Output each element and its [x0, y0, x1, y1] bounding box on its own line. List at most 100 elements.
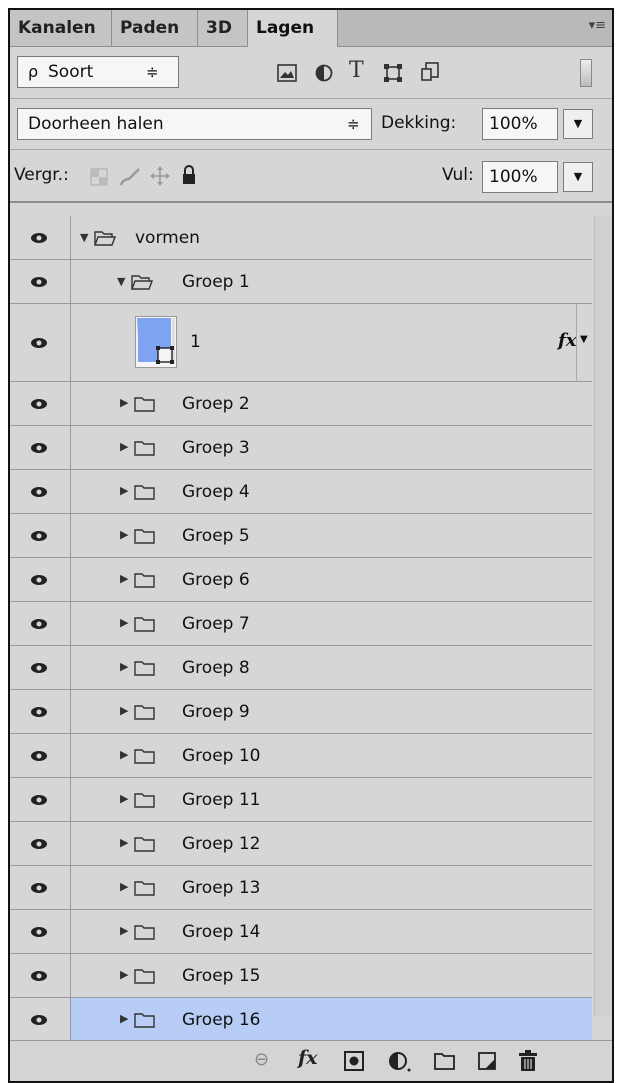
fill-dropdown-button[interactable]: ▼	[563, 162, 593, 192]
layer-name: Groep 11	[182, 790, 261, 810]
layer-row[interactable]: ▼ Groep 1	[10, 260, 592, 304]
layer-name: Groep 16	[182, 1010, 261, 1030]
expand-right-icon[interactable]: ▶	[120, 660, 128, 673]
lock-paint-icon[interactable]	[119, 167, 141, 187]
expand-right-icon[interactable]: ▶	[120, 968, 128, 981]
visibility-toggle[interactable]	[10, 998, 71, 1041]
eye-icon	[31, 531, 47, 541]
layer-row[interactable]: ▶ Groep 5	[10, 514, 592, 558]
lock-all-icon[interactable]	[181, 165, 197, 185]
visibility-toggle[interactable]	[10, 260, 71, 303]
expand-right-icon[interactable]: ▶	[120, 1012, 128, 1025]
layer-row[interactable]: ▶ Groep 8	[10, 646, 592, 690]
layer-row[interactable]: ▶ Groep 9	[10, 690, 592, 734]
link-layers-icon[interactable]: ⊖	[254, 1049, 269, 1070]
panel-menu-icon[interactable]: ▾≡	[589, 18, 606, 33]
visibility-toggle[interactable]	[10, 822, 71, 865]
adjustment-filter-icon[interactable]	[315, 64, 333, 82]
fill-input[interactable]: 100%	[482, 161, 558, 193]
kind-filter-select[interactable]: ρ Soort ≑	[17, 56, 179, 88]
expand-right-icon[interactable]: ▶	[120, 792, 128, 805]
visibility-toggle[interactable]	[10, 426, 71, 469]
expand-right-icon[interactable]: ▶	[120, 572, 128, 585]
visibility-toggle[interactable]	[10, 558, 71, 601]
layer-row[interactable]: ▶ Groep 4	[10, 470, 592, 514]
expand-right-icon[interactable]: ▶	[120, 484, 128, 497]
tab-paden[interactable]: Paden	[112, 10, 198, 46]
trash-icon[interactable]	[518, 1050, 538, 1072]
adjustment-layer-icon[interactable]	[388, 1051, 412, 1073]
effects-expand-button[interactable]: ▼	[576, 304, 593, 382]
layer-row[interactable]: ▶ Groep 10	[10, 734, 592, 778]
expand-right-icon[interactable]: ▶	[120, 440, 128, 453]
scrollbar[interactable]	[594, 216, 612, 1016]
image-filter-icon[interactable]	[277, 64, 297, 82]
eye-icon	[31, 927, 47, 937]
expand-down-icon[interactable]: ▼	[117, 275, 125, 288]
visibility-toggle[interactable]	[10, 866, 71, 909]
visibility-toggle[interactable]	[10, 382, 71, 425]
layer-name: Groep 4	[182, 482, 250, 502]
layers-panel: Kanalen Paden 3D Lagen ▾≡ ρ Soort ≑ T Do…	[8, 8, 614, 1083]
opacity-dropdown-button[interactable]: ▼	[563, 109, 593, 139]
visibility-toggle[interactable]	[10, 778, 71, 821]
eye-icon	[31, 619, 47, 629]
smart-object-filter-icon[interactable]	[420, 62, 440, 82]
chevron-down-icon: ▼	[573, 117, 583, 130]
lock-position-icon[interactable]	[150, 166, 170, 186]
new-group-icon[interactable]	[434, 1052, 456, 1070]
layer-row[interactable]: ▶ Groep 11	[10, 778, 592, 822]
layer-mask-icon[interactable]	[344, 1051, 364, 1071]
expand-right-icon[interactable]: ▶	[120, 836, 128, 849]
type-filter-icon[interactable]: T	[349, 58, 364, 83]
filter-toggle-switch[interactable]	[580, 59, 592, 87]
folder-icon	[134, 837, 155, 852]
visibility-toggle[interactable]	[10, 910, 71, 953]
blend-mode-select[interactable]: Doorheen halen ≑	[17, 108, 372, 140]
folder-icon	[134, 749, 155, 764]
new-layer-icon[interactable]	[477, 1051, 497, 1071]
layer-row[interactable]: ▶ Groep 13	[10, 866, 592, 910]
expand-right-icon[interactable]: ▶	[120, 704, 128, 717]
folder-icon	[134, 969, 155, 984]
layer-row[interactable]: ▶ Groep 15	[10, 954, 592, 998]
tab-kanalen[interactable]: Kanalen	[10, 10, 112, 46]
tab-3d[interactable]: 3D	[198, 10, 248, 46]
layer-row[interactable]: ▶ Groep 7	[10, 602, 592, 646]
lock-transparency-icon[interactable]	[90, 168, 108, 186]
visibility-toggle[interactable]	[10, 602, 71, 645]
expand-right-icon[interactable]: ▶	[120, 396, 128, 409]
layer-row[interactable]: ▼ vormen	[10, 216, 592, 260]
expand-down-icon[interactable]: ▼	[80, 231, 88, 244]
visibility-toggle[interactable]	[10, 470, 71, 513]
layer-row[interactable]: ▶ Groep 12	[10, 822, 592, 866]
shape-layer-thumbnail[interactable]	[135, 316, 177, 368]
layer-row[interactable]: ▶ Groep 2	[10, 382, 592, 426]
expand-right-icon[interactable]: ▶	[120, 924, 128, 937]
visibility-toggle[interactable]	[10, 690, 71, 733]
fx-icon[interactable]: fx	[558, 330, 576, 351]
layer-row[interactable]: ▶ Groep 6	[10, 558, 592, 602]
layer-row[interactable]: ▶ Groep 14	[10, 910, 592, 954]
visibility-toggle[interactable]	[10, 646, 71, 689]
tab-lagen[interactable]: Lagen	[248, 10, 338, 47]
expand-right-icon[interactable]: ▶	[120, 616, 128, 629]
layer-row[interactable]: ▶ Groep 3	[10, 426, 592, 470]
expand-right-icon[interactable]: ▶	[120, 748, 128, 761]
folder-icon	[134, 397, 155, 412]
expand-right-icon[interactable]: ▶	[120, 528, 128, 541]
layer-row[interactable]: 1 fx ▼	[10, 304, 592, 382]
visibility-toggle[interactable]	[10, 514, 71, 557]
shape-filter-icon[interactable]	[383, 63, 403, 83]
chevron-down-icon: ▼	[573, 170, 583, 183]
eye-icon	[31, 575, 47, 585]
visibility-toggle[interactable]	[10, 304, 71, 381]
visibility-toggle[interactable]	[10, 954, 71, 997]
expand-right-icon[interactable]: ▶	[120, 880, 128, 893]
layer-name: Groep 7	[182, 614, 250, 634]
fx-icon[interactable]: fx	[298, 1047, 318, 1069]
visibility-toggle[interactable]	[10, 216, 71, 259]
layer-row[interactable]: ▶ Groep 16	[10, 998, 592, 1042]
opacity-input[interactable]: 100%	[482, 108, 558, 140]
visibility-toggle[interactable]	[10, 734, 71, 777]
